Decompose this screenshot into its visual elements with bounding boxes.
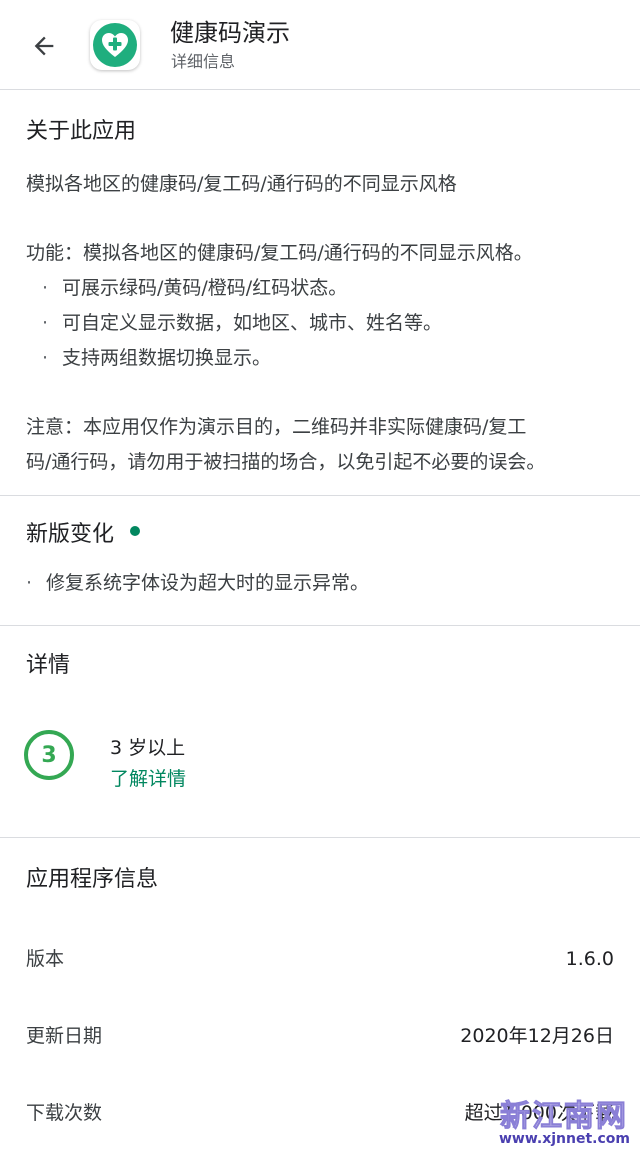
new-indicator-dot	[130, 526, 141, 536]
app-title: 健康码演示	[170, 19, 290, 47]
about-section: 关于此应用 模拟各地区的健康码/复工码/通行码的不同显示风格 功能：模拟各地区的…	[0, 89, 640, 496]
page-subtitle: 详细信息	[171, 52, 236, 71]
health-shield-plus-icon	[93, 23, 137, 67]
feature-bullet: · 可展示绿码/黄码/橙码/红码状态。	[42, 277, 348, 299]
age-rating-label: 3 岁以上	[110, 737, 186, 759]
app-info-title: 应用程序信息	[26, 867, 159, 892]
arrow-back-icon	[34, 36, 54, 56]
feature-bullet: · 可自定义显示数据，如地区、城市、姓名等。	[42, 312, 443, 334]
whats-new-title: 新版变化	[26, 520, 614, 550]
app-icon	[90, 20, 140, 70]
info-label: 更新日期	[26, 1025, 103, 1047]
details-section: 详情 3 3 岁以上 了解详情	[0, 626, 640, 838]
about-title: 关于此应用	[26, 119, 137, 144]
feature-bullet: · 支持两组数据切换显示。	[42, 347, 272, 369]
whats-new-item: · 修复系统字体设为超大时的显示异常。	[26, 572, 370, 594]
watermark-title: 新江南网	[500, 1099, 628, 1135]
age-rating-icon: 3	[24, 730, 74, 780]
notice-line: 码/通行码，请勿用于被扫描的场合，以免引起不必要的误会。	[26, 451, 546, 473]
about-notice: 注意：本应用仅作为演示目的，二维码并非实际健康码/复工 码/通行码，请勿用于被扫…	[26, 410, 614, 480]
info-row-version: 版本 1.6.0	[26, 944, 614, 974]
info-label: 下载次数	[26, 1102, 103, 1124]
about-features: 功能：模拟各地区的健康码/复工码/通行码的不同显示风格。 · 可展示绿码/黄码/橙…	[26, 236, 614, 376]
watermark-url: www.xjnnet.com	[499, 1131, 630, 1147]
learn-more-link[interactable]: 了解详情	[110, 764, 186, 791]
site-watermark: 新江南网 www.xjnnet.com	[482, 1091, 632, 1155]
info-label: 版本	[26, 948, 65, 970]
top-app-bar: 健康码演示 详细信息	[0, 0, 640, 90]
details-title: 详情	[26, 653, 71, 678]
features-intro: 功能：模拟各地区的健康码/复工码/通行码的不同显示风格。	[26, 242, 533, 264]
back-button[interactable]	[26, 28, 62, 64]
info-value: 2020年12月26日	[460, 1025, 614, 1047]
about-summary: 模拟各地区的健康码/复工码/通行码的不同显示风格	[26, 173, 457, 195]
whats-new-section: 新版变化 · 修复系统字体设为超大时的显示异常。	[0, 496, 640, 626]
info-value: 1.6.0	[565, 948, 614, 970]
notice-line: 注意：本应用仅作为演示目的，二维码并非实际健康码/复工	[26, 416, 527, 438]
info-row-updated: 更新日期 2020年12月26日	[26, 1021, 614, 1051]
